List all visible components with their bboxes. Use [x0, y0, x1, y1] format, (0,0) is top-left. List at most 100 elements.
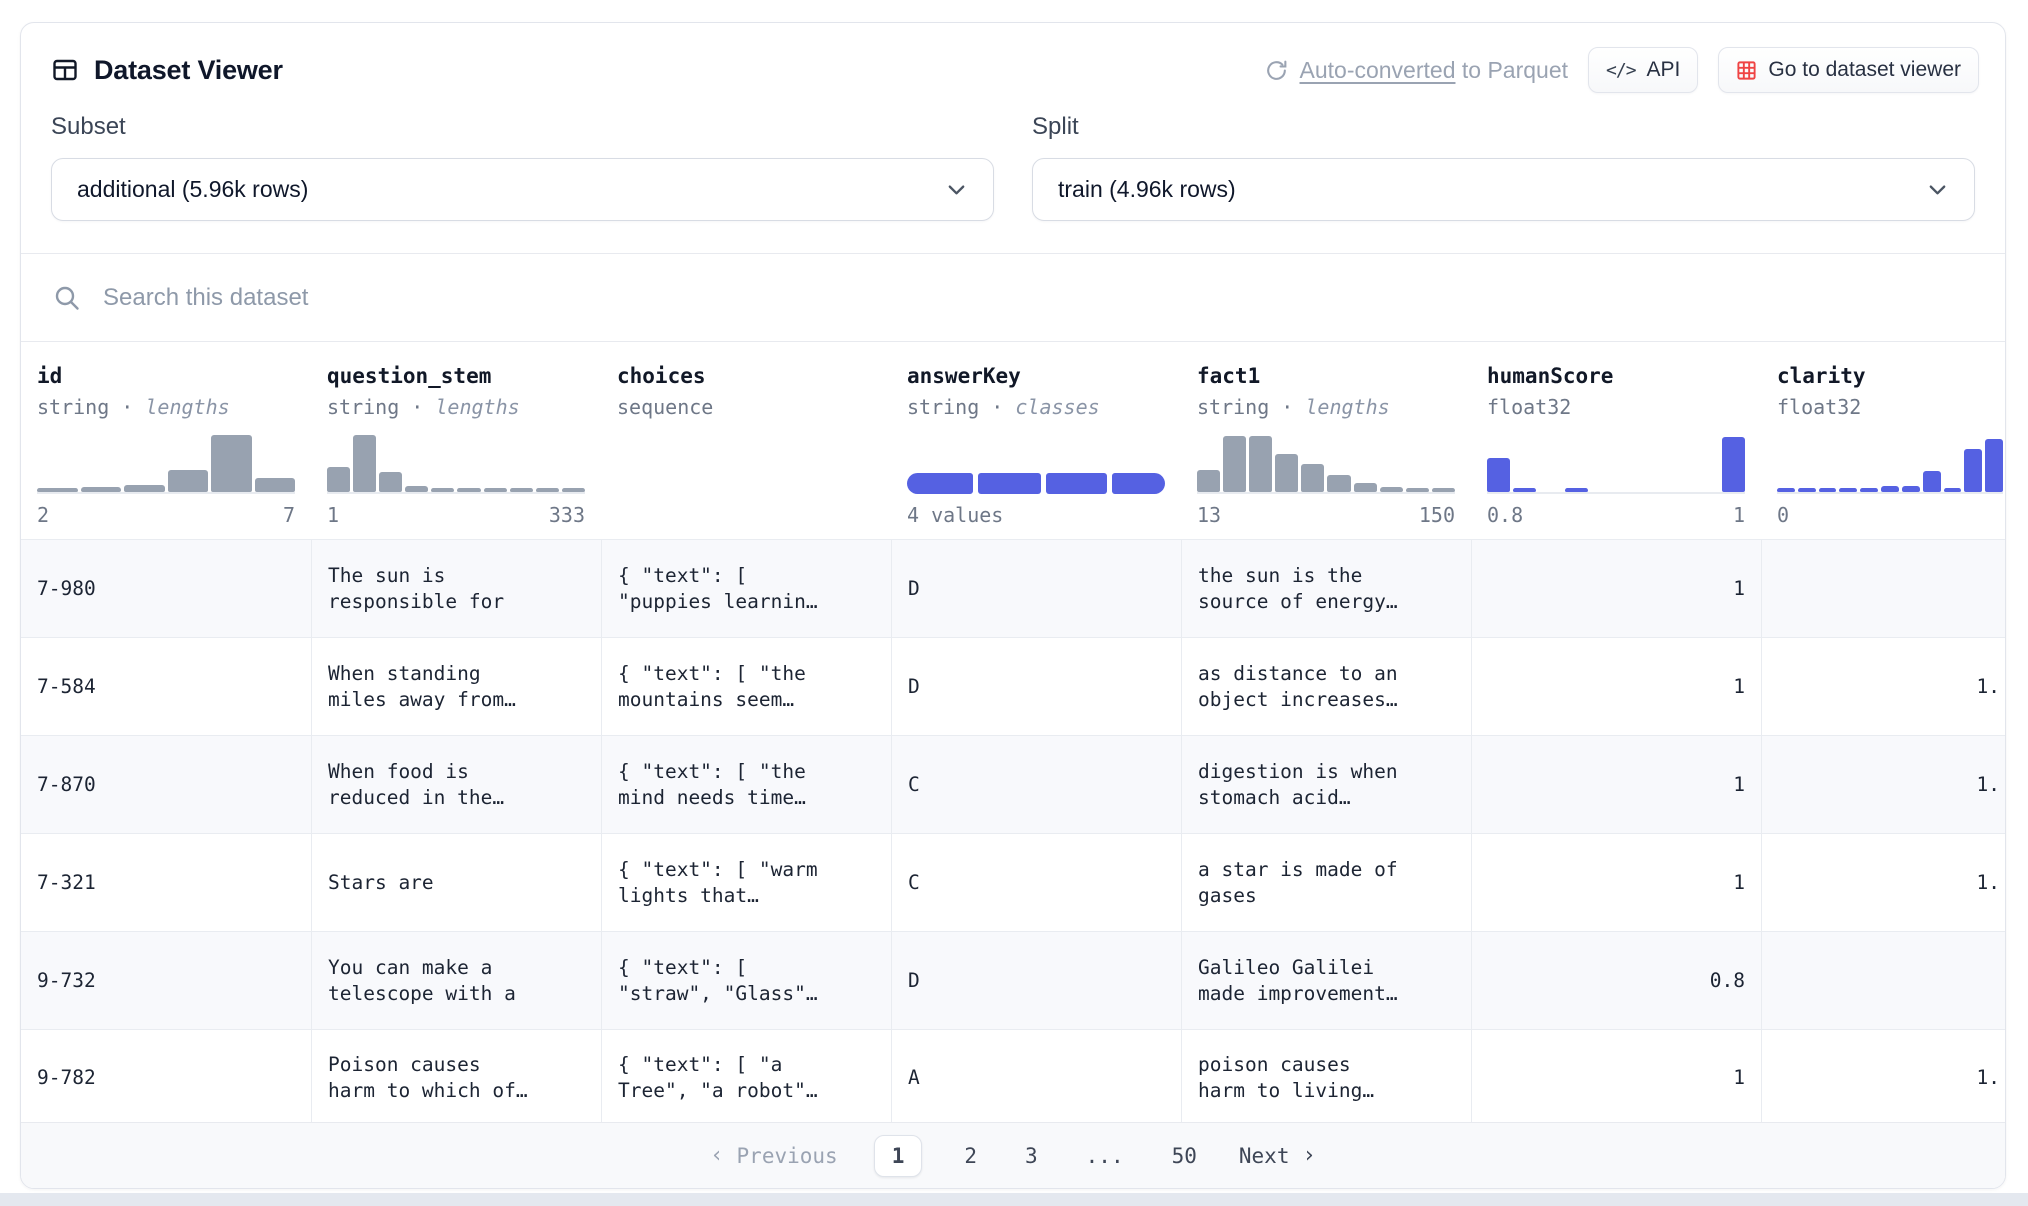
header-actions: Auto-converted to Parquet </> API Go to … [1264, 47, 1980, 93]
goto-dataset-viewer-button[interactable]: Go to dataset viewer [1718, 47, 1979, 93]
histogram-bar [405, 486, 428, 492]
cell-choices: { "text": [ "straw", "Glass"… [601, 932, 891, 1029]
split-select-value: train (4.96k rows) [1058, 176, 1236, 203]
chevron-right-icon: › [1302, 1143, 1315, 1168]
histogram-range-labels: 0.81 [1487, 503, 1745, 539]
cell-humanScore: 1 [1471, 736, 1761, 833]
next-label: Next [1239, 1144, 1290, 1168]
column-histogram [1487, 432, 1745, 494]
cell-question_stem: When standing miles away from… [311, 638, 601, 735]
table-row: 7-980The sun is responsible for{ "text":… [21, 539, 2005, 637]
histogram-bar [1722, 437, 1745, 492]
column-name: humanScore [1487, 364, 1745, 388]
column-header-id: idstring · lengths27 [21, 342, 311, 539]
cell-fact1: digestion is when stomach acid… [1181, 736, 1471, 833]
page-ellipsis: ... [1080, 1136, 1130, 1176]
code-icon: </> [1606, 60, 1636, 81]
class-segment [1112, 473, 1165, 494]
histogram-range-labels: 1333 [327, 503, 585, 539]
split-select[interactable]: train (4.96k rows) [1032, 158, 1975, 221]
column-type: float32 [1777, 395, 1989, 419]
column-histogram [327, 432, 585, 494]
dataset-viewer-page: Dataset Viewer Auto-converted to Parquet… [0, 0, 2028, 1206]
histogram-bar [457, 488, 480, 492]
cell-answerKey: D [891, 638, 1181, 735]
histogram-bar [1513, 488, 1536, 492]
subset-select[interactable]: additional (5.96k rows) [51, 158, 994, 221]
column-header-choices: choicessequence [601, 342, 891, 539]
previous-page-button[interactable]: ‹ Previous [710, 1143, 837, 1168]
cell-answerKey: D [891, 932, 1181, 1029]
histogram-range-labels: 0 [1777, 503, 1989, 539]
column-type: string · lengths [37, 395, 295, 419]
histogram-bar [327, 467, 350, 492]
histogram-bar [353, 435, 376, 492]
column-histogram [1197, 432, 1455, 494]
page-button-2[interactable]: 2 [958, 1136, 983, 1176]
histogram-bar [1860, 488, 1878, 492]
api-button[interactable]: </> API [1588, 47, 1698, 93]
histogram-bar [536, 488, 559, 492]
cell-clarity: 1. [1761, 638, 2005, 735]
cell-fact1: Galileo Galilei made improvement… [1181, 932, 1471, 1029]
histogram-bar [1432, 488, 1455, 492]
page-button-3[interactable]: 3 [1019, 1136, 1044, 1176]
column-name: question_stem [327, 364, 585, 388]
page-button-1[interactable]: 1 [874, 1135, 923, 1177]
split-label: Split [1032, 113, 1975, 141]
cell-answerKey: C [891, 736, 1181, 833]
histogram-bar [1944, 488, 1962, 492]
cell-question_stem: Poison causes harm to which of… [311, 1030, 601, 1122]
subset-select-value: additional (5.96k rows) [77, 176, 308, 203]
histogram-bar [168, 470, 209, 492]
column-header-question_stem: question_stemstring · lengths 1333 [311, 342, 601, 539]
histogram-bar [1301, 464, 1324, 492]
page-title: Dataset Viewer [94, 55, 283, 86]
auto-converted-rest: to Parquet [1455, 57, 1568, 83]
auto-converted-link[interactable]: Auto-converted to Parquet [1264, 57, 1569, 84]
chevron-left-icon: ‹ [710, 1143, 723, 1168]
table-header-row: idstring · lengths27question_stemstring … [21, 342, 2005, 539]
dataset-viewer-card: Dataset Viewer Auto-converted to Parquet… [20, 22, 2006, 1189]
column-type: float32 [1487, 395, 1745, 419]
cell-answerKey: C [891, 834, 1181, 931]
table-row: 7-321Stars are{ "text": [ "warm lights t… [21, 833, 2005, 931]
histogram-bar [1964, 449, 1982, 492]
cell-choices: { "text": [ "warm lights that… [601, 834, 891, 931]
class-segment [978, 473, 1041, 494]
cell-clarity [1761, 932, 2005, 1029]
search-icon [53, 284, 81, 312]
cell-humanScore: 1 [1471, 1030, 1761, 1122]
histogram-bar [1275, 454, 1298, 492]
table-row: 9-732You can make a telescope with a{ "t… [21, 931, 2005, 1029]
histogram-bar [1380, 487, 1403, 492]
histogram-bar [1839, 488, 1857, 492]
class-segment [1046, 473, 1107, 494]
cell-id: 9-782 [21, 1030, 311, 1122]
subset-label: Subset [51, 113, 994, 141]
page-button-50[interactable]: 50 [1166, 1136, 1203, 1176]
subset-control: Subset additional (5.96k rows) [51, 113, 994, 221]
column-type: string · lengths [327, 395, 585, 419]
empty-histogram-space [617, 432, 875, 494]
card-header: Dataset Viewer Auto-converted to Parquet… [21, 23, 2005, 109]
red-grid-icon [1736, 60, 1757, 81]
histogram-bar [1923, 471, 1941, 492]
histogram-bar [1354, 483, 1377, 492]
histogram-bar [1487, 458, 1510, 492]
cell-clarity: 1. [1761, 834, 2005, 931]
column-name: fact1 [1197, 364, 1455, 388]
cell-humanScore: 1 [1471, 834, 1761, 931]
cell-fact1: the sun is the source of energy… [1181, 540, 1471, 637]
column-histogram [1777, 432, 2003, 494]
cell-choices: { "text": [ "the mountains seem… [601, 638, 891, 735]
histogram-bar [1406, 488, 1429, 492]
cell-question_stem: The sun is responsible for [311, 540, 601, 637]
cell-humanScore: 1 [1471, 638, 1761, 735]
histogram-bar [1565, 488, 1588, 492]
empty-range-row [617, 503, 875, 539]
column-name: clarity [1777, 364, 1989, 388]
histogram-bar [1985, 439, 2003, 492]
search-input[interactable] [103, 284, 1973, 312]
next-page-button[interactable]: Next › [1239, 1143, 1316, 1168]
